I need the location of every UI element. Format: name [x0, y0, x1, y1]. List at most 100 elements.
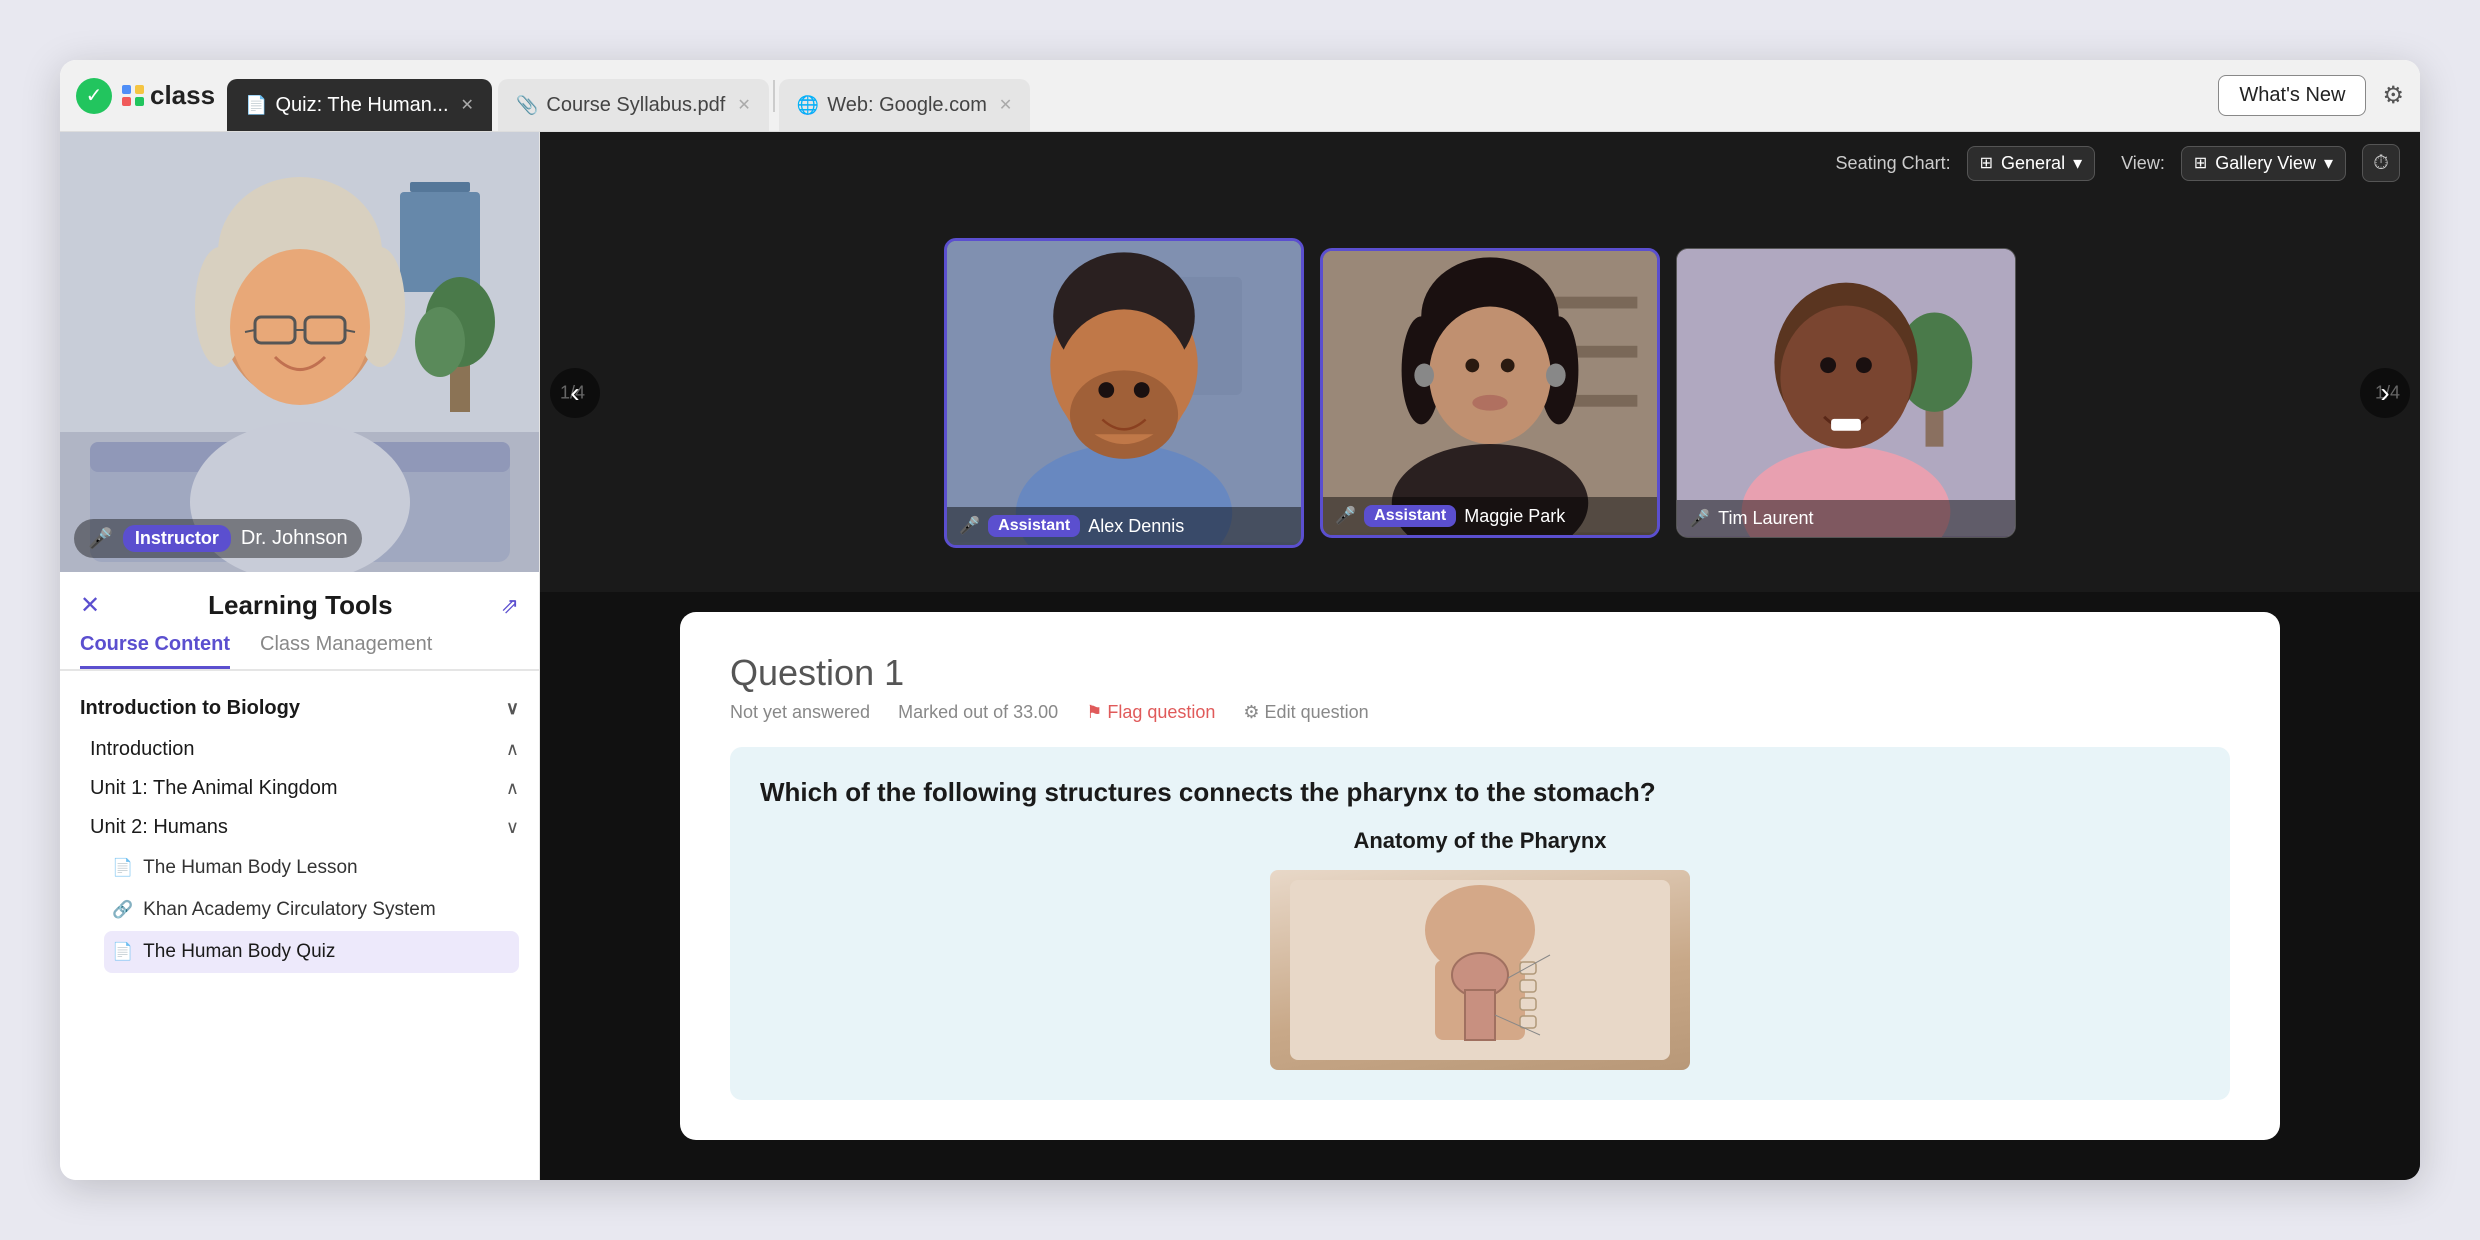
lt-expand-button[interactable]: ⇗ — [501, 593, 519, 619]
subsection-introduction-label: Introduction — [90, 738, 195, 761]
browser-window: ✓ class 📄 Quiz: The Human... ✕ 📎 Course … — [60, 60, 2420, 1180]
course-item-circulatory[interactable]: 🔗 Khan Academy Circulatory System — [104, 889, 519, 931]
attachment-icon: 📎 — [516, 95, 538, 116]
lt-tabs: Course Content Class Management — [60, 633, 539, 671]
subsection-introduction[interactable]: Introduction ∧ — [80, 730, 519, 769]
video-bg-alex — [947, 241, 1301, 545]
quiz-marked-out-of: Marked out of 33.00 — [898, 702, 1058, 723]
tab-close-syllabus[interactable]: ✕ — [737, 95, 750, 115]
mic-muted-icon-alex: 🎤 — [959, 516, 980, 536]
lt-content: Introduction to Biology ∨ Introduction ∧… — [60, 671, 539, 1180]
participant-name-tim: Tim Laurent — [1718, 508, 1813, 529]
mic-icon: 🎤 — [88, 526, 113, 551]
class-logo-dots — [122, 85, 144, 107]
tab-course-content[interactable]: Course Content — [80, 633, 230, 669]
subsection-animal-kingdom-label: Unit 1: The Animal Kingdom — [90, 777, 338, 800]
video-card-tim: 🎤 Tim Laurent — [1676, 248, 2016, 538]
left-panel: 🎤 Instructor Dr. Johnson ✕ Learning Tool… — [60, 132, 540, 1180]
tab-quiz-label: Quiz: The Human... — [276, 94, 449, 117]
whats-new-button[interactable]: What's New — [2218, 75, 2366, 116]
section-intro-biology[interactable]: Introduction to Biology ∨ — [80, 687, 519, 730]
gallery-top-bar: Seating Chart: ⊞ General ▾ View: ⊞ Galle… — [540, 132, 2420, 194]
quiz-content: Question 1 Not yet answered Marked out o… — [540, 592, 2420, 1180]
tab-divider — [773, 80, 775, 112]
subsection-chevron-up: ∧ — [506, 739, 519, 760]
course-item-body-quiz-label: The Human Body Quiz — [143, 941, 335, 963]
quiz-question-text: Which of the following structures connec… — [760, 777, 2200, 808]
anatomy-pharynx-svg — [1290, 880, 1670, 1060]
course-item-body-lesson[interactable]: 📄 The Human Body Lesson — [104, 847, 519, 889]
participant-maggie-avatar — [1323, 248, 1657, 535]
gallery-nav-left-button[interactable]: ‹ — [550, 368, 600, 418]
class-logo: class — [122, 80, 215, 111]
shield-icon: ✓ — [76, 78, 112, 114]
instructor-badge: Instructor — [123, 525, 231, 552]
quiz-not-answered: Not yet answered — [730, 702, 870, 723]
tab-close-quiz[interactable]: ✕ — [461, 95, 474, 115]
browser-logo: ✓ class — [76, 78, 215, 114]
course-section: Introduction to Biology ∨ Introduction ∧… — [60, 687, 539, 973]
course-item-body-quiz[interactable]: 📄 The Human Body Quiz — [104, 931, 519, 973]
tab-class-management[interactable]: Class Management — [260, 633, 432, 669]
subsection-humans[interactable]: Unit 2: Humans ∨ — [80, 808, 519, 847]
quiz-question-number: Question 1 — [730, 652, 2230, 694]
quiz-card: Question 1 Not yet answered Marked out o… — [680, 612, 2280, 1140]
subsection-chevron-up2: ∧ — [506, 778, 519, 799]
flag-icon: ⚑ — [1086, 702, 1102, 723]
instructor-video: 🎤 Instructor Dr. Johnson — [60, 132, 539, 572]
course-item-doc-icon-1: 📄 — [112, 858, 133, 878]
course-item-link-icon: 🔗 — [112, 900, 133, 920]
section-intro-biology-label: Introduction to Biology — [80, 697, 300, 720]
video-card-maggie: 🎤 Assistant Maggie Park — [1320, 248, 1660, 538]
tab-close-google[interactable]: ✕ — [999, 95, 1012, 115]
subsection-animal-kingdom[interactable]: Unit 1: The Animal Kingdom ∧ — [80, 769, 519, 808]
participant-name-maggie: Maggie Park — [1464, 506, 1565, 527]
instructor-label: 🎤 Instructor Dr. Johnson — [74, 519, 362, 558]
participant-alex-avatar — [947, 238, 1301, 545]
timer-button[interactable]: ⏱ — [2362, 144, 2400, 182]
globe-icon: 🌐 — [797, 95, 819, 116]
seating-chart-dropdown[interactable]: ⊞ General ▾ — [1967, 146, 2096, 181]
gallery-nav-right-button[interactable]: › — [2360, 368, 2410, 418]
mic-muted-icon-tim: 🎤 — [1689, 509, 1710, 529]
view-value: Gallery View — [2215, 153, 2316, 174]
gear-question-icon: ⚙ — [1243, 702, 1259, 723]
gear-button[interactable]: ⚙ — [2382, 81, 2404, 110]
video-name-bar-tim: 🎤 Tim Laurent — [1677, 500, 2015, 537]
quiz-anatomy-title: Anatomy of the Pharynx — [760, 828, 2200, 854]
tab-google[interactable]: 🌐 Web: Google.com ✕ — [779, 79, 1031, 131]
tab-quiz[interactable]: 📄 Quiz: The Human... ✕ — [227, 79, 492, 131]
lt-close-button[interactable]: ✕ — [80, 591, 100, 620]
view-dropdown[interactable]: ⊞ Gallery View ▾ — [2181, 146, 2346, 181]
quiz-question-box: Which of the following structures connec… — [730, 747, 2230, 1100]
course-item-circulatory-label: Khan Academy Circulatory System — [143, 899, 436, 921]
lt-title: Learning Tools — [208, 590, 392, 621]
subsection-humans-label: Unit 2: Humans — [90, 816, 228, 839]
video-card-alex: 🎤 Assistant Alex Dennis — [944, 238, 1304, 548]
tab-google-label: Web: Google.com — [827, 94, 987, 117]
quiz-flag-button[interactable]: ⚑ Flag question — [1086, 702, 1215, 723]
participant-tim-avatar — [1677, 248, 2015, 537]
main-content: 🎤 Instructor Dr. Johnson ✕ Learning Tool… — [60, 132, 2420, 1180]
course-items: 📄 The Human Body Lesson 🔗 Khan Academy C… — [80, 847, 519, 973]
seating-chevron-icon: ▾ — [2073, 153, 2082, 174]
video-bg-tim — [1677, 249, 2015, 537]
video-bg-maggie — [1323, 251, 1657, 535]
learning-tools-panel: ✕ Learning Tools ⇗ Course Content Class … — [60, 572, 539, 1180]
tab-syllabus[interactable]: 📎 Course Syllabus.pdf ✕ — [498, 79, 769, 131]
seating-chart-label: Seating Chart: — [1836, 153, 1951, 174]
video-name-bar-alex: 🎤 Assistant Alex Dennis — [947, 507, 1301, 545]
course-item-body-lesson-label: The Human Body Lesson — [143, 857, 357, 879]
quiz-anatomy-image — [1270, 870, 1690, 1070]
gallery-main: 1/4 ‹ — [540, 194, 2420, 592]
assistant-badge-alex: Assistant — [988, 515, 1080, 537]
view-chevron-icon: ▾ — [2324, 153, 2333, 174]
mic-muted-icon-maggie: 🎤 — [1335, 506, 1356, 526]
instructor-avatar-svg — [60, 132, 539, 572]
browser-actions: What's New ⚙ — [2218, 75, 2404, 116]
tab-syllabus-label: Course Syllabus.pdf — [546, 94, 725, 117]
quiz-edit-button[interactable]: ⚙ Edit question — [1243, 702, 1368, 723]
subsection-chevron-down2: ∨ — [506, 817, 519, 838]
video-name-bar-maggie: 🎤 Assistant Maggie Park — [1323, 497, 1657, 535]
document-icon: 📄 — [245, 95, 267, 116]
